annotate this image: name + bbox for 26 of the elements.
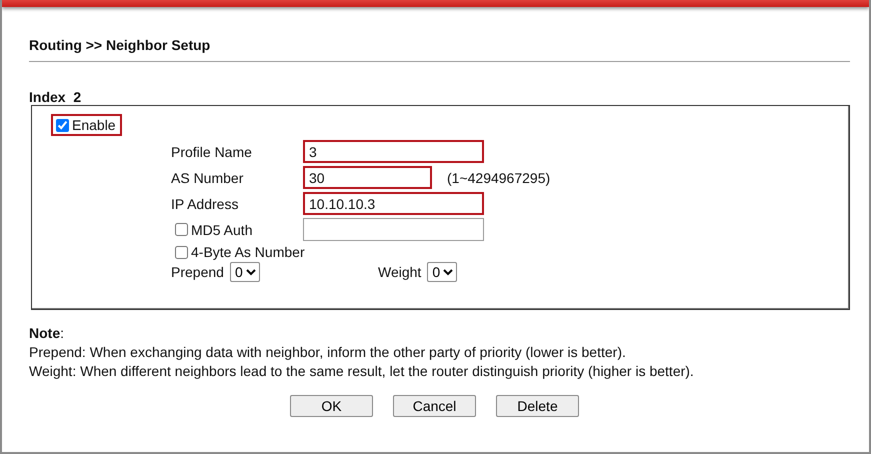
- note-heading: Note:: [29, 324, 66, 343]
- note-text: Prepend: When exchanging data with neighbor, inform the other party of priority (lower is better).: [29, 343, 627, 362]
- select-label: Prepend: [171, 264, 224, 280]
- range-hint: (1~4294967295): [447, 170, 550, 186]
- input-field[interactable]: 3: [303, 140, 484, 163]
- checkbox-label: 4-Byte As Number: [191, 244, 305, 260]
- select-label: Weight: [378, 264, 422, 280]
- action-button[interactable]: OK: [290, 395, 373, 417]
- field-label: Profile Name: [171, 144, 253, 160]
- input-field[interactable]: 10.10.10.3: [303, 192, 484, 215]
- page-title: Routing >> Neighbor Setup: [29, 37, 850, 62]
- field-label: IP Address: [171, 196, 240, 212]
- checkbox-label: Enable: [72, 117, 116, 133]
- dropdown[interactable]: 0: [230, 262, 260, 282]
- index-label: Index 2: [29, 89, 82, 105]
- option-checkbox[interactable]: [175, 246, 188, 258]
- input-field[interactable]: 30: [303, 166, 432, 189]
- action-button[interactable]: Cancel: [393, 395, 476, 417]
- dropdown[interactable]: 0: [427, 262, 458, 282]
- input-field[interactable]: [303, 218, 484, 241]
- action-button[interactable]: Delete: [496, 395, 579, 417]
- enable-checkbox[interactable]: [56, 118, 69, 132]
- field-label: AS Number: [171, 170, 244, 186]
- checkbox-label: MD5 Auth: [191, 222, 252, 238]
- option-checkbox[interactable]: [175, 223, 188, 236]
- note-text: Weight: When different neighbors lead to the same result, let the router distinguish priority (higher is better).: [29, 362, 695, 381]
